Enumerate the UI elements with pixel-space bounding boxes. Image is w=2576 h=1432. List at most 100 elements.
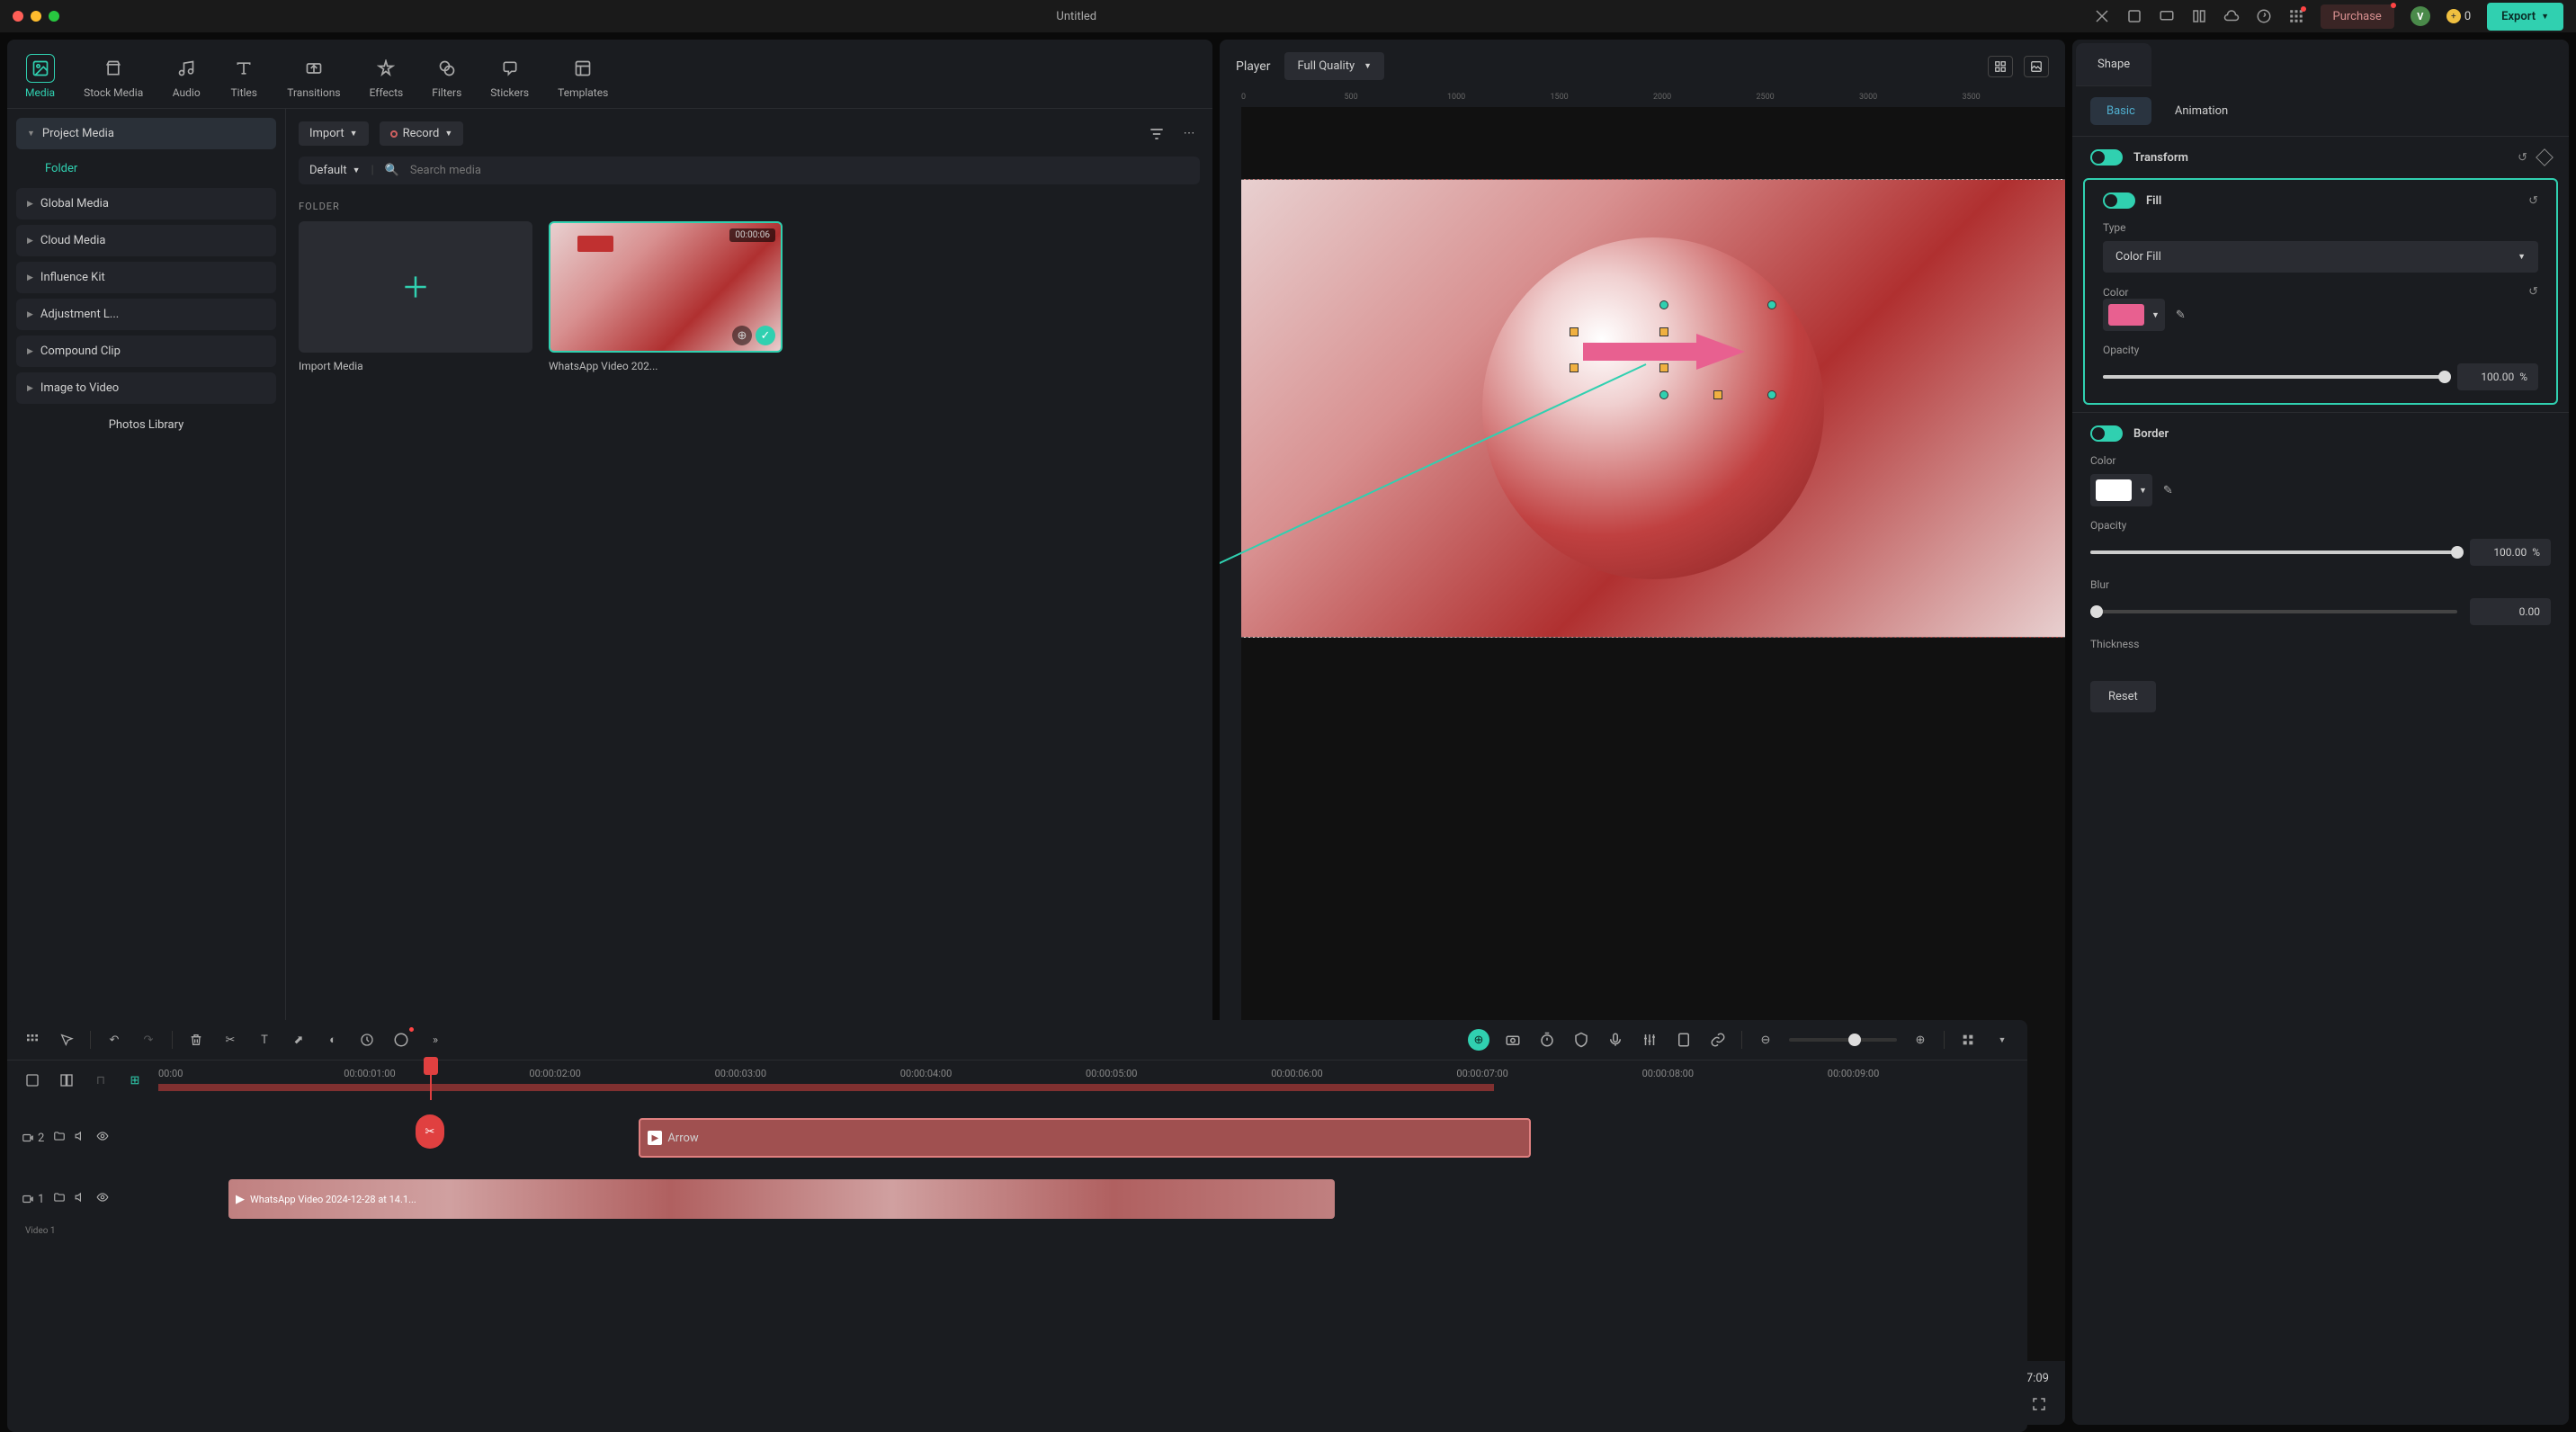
tab-effects[interactable]: Effects bbox=[366, 49, 407, 108]
track-2-visibility-icon[interactable] bbox=[96, 1130, 109, 1146]
tab-transitions[interactable]: Transitions bbox=[283, 49, 344, 108]
sidebar-folder[interactable]: Folder bbox=[16, 155, 276, 183]
image-view-icon[interactable] bbox=[2024, 56, 2049, 77]
tab-templates[interactable]: Templates bbox=[554, 49, 612, 108]
border-opacity-slider[interactable] bbox=[2090, 550, 2457, 554]
more-icon[interactable]: ⋯ bbox=[1178, 123, 1200, 145]
sidebar-image-to-video[interactable]: ▶Image to Video bbox=[16, 372, 276, 404]
fill-toggle[interactable] bbox=[2103, 192, 2135, 209]
sidebar-adjustment-layer[interactable]: ▶Adjustment L... bbox=[16, 299, 276, 330]
playhead-scissor-icon[interactable]: ✂ bbox=[416, 1114, 444, 1149]
track-1-folder-icon[interactable] bbox=[53, 1191, 66, 1207]
tab-stock-media[interactable]: Stock Media bbox=[80, 49, 147, 108]
track-1-mute-icon[interactable] bbox=[75, 1191, 87, 1207]
reset-button[interactable]: Reset bbox=[2090, 681, 2156, 712]
zoom-in-icon[interactable]: ⊕ bbox=[1910, 1029, 1931, 1051]
import-button[interactable]: Import▼ bbox=[299, 121, 369, 146]
apps-icon[interactable] bbox=[2288, 8, 2304, 24]
save-icon[interactable] bbox=[2126, 8, 2142, 24]
link-icon[interactable] bbox=[1707, 1029, 1729, 1051]
blur-slider[interactable] bbox=[2090, 610, 2457, 613]
border-eyedropper-icon[interactable]: ✎ bbox=[2163, 484, 2173, 497]
color-icon[interactable]: ◐ bbox=[322, 1029, 344, 1051]
mic-icon[interactable] bbox=[1605, 1029, 1626, 1051]
fill-color-picker[interactable]: ▼ bbox=[2103, 299, 2165, 331]
track-2-mute-icon[interactable] bbox=[75, 1130, 87, 1146]
timer-icon[interactable] bbox=[1536, 1029, 1558, 1051]
tl-track-opts-icon[interactable] bbox=[56, 1070, 77, 1091]
cloud-icon[interactable] bbox=[2223, 8, 2240, 24]
arrow-clip[interactable]: ▶ Arrow bbox=[639, 1118, 1531, 1158]
border-opacity-value[interactable]: 100.00% bbox=[2470, 539, 2551, 566]
fill-type-dropdown[interactable]: Color Fill▼ bbox=[2103, 241, 2538, 273]
sidebar-project-media[interactable]: ▼Project Media bbox=[16, 118, 276, 149]
transform-toggle[interactable] bbox=[2090, 149, 2123, 166]
tab-media[interactable]: Media bbox=[22, 49, 58, 108]
shape-tab[interactable]: Shape bbox=[2076, 43, 2151, 86]
track-1-visibility-icon[interactable] bbox=[96, 1191, 109, 1207]
view-mode-icon[interactable] bbox=[1957, 1029, 1979, 1051]
color-reset-icon[interactable]: ↺ bbox=[2528, 285, 2538, 299]
split-icon[interactable]: ✂ bbox=[219, 1029, 241, 1051]
green-circle-icon[interactable]: ⊕ bbox=[1468, 1029, 1489, 1051]
border-color-picker[interactable]: ▼ bbox=[2090, 474, 2152, 506]
mixer-icon[interactable] bbox=[1639, 1029, 1660, 1051]
text-icon[interactable]: T bbox=[254, 1029, 275, 1051]
sidebar-influence-kit[interactable]: ▶Influence Kit bbox=[16, 262, 276, 293]
border-toggle[interactable] bbox=[2090, 425, 2123, 442]
basic-subtab[interactable]: Basic bbox=[2090, 97, 2151, 125]
import-media-card[interactable]: Import Media bbox=[299, 221, 532, 372]
purchase-button[interactable]: Purchase bbox=[2321, 4, 2394, 29]
notifications-icon[interactable] bbox=[2094, 8, 2110, 24]
tl-grid-icon[interactable] bbox=[22, 1029, 43, 1051]
record-button[interactable]: Record▼ bbox=[380, 121, 464, 146]
zoom-slider[interactable] bbox=[1789, 1038, 1897, 1042]
tab-stickers[interactable]: Stickers bbox=[487, 49, 532, 108]
tab-titles[interactable]: Titles bbox=[226, 49, 262, 108]
tl-track-add-icon[interactable] bbox=[22, 1070, 43, 1091]
sidebar-compound-clip[interactable]: ▶Compound Clip bbox=[16, 336, 276, 367]
tab-filters[interactable]: Filters bbox=[428, 49, 465, 108]
undo-icon[interactable]: ↶ bbox=[103, 1029, 125, 1051]
track-1-video-icon[interactable]: 1 bbox=[22, 1193, 44, 1206]
fill-opacity-value[interactable]: 100.00% bbox=[2457, 363, 2538, 390]
speed-icon[interactable] bbox=[356, 1029, 378, 1051]
tab-audio[interactable]: Audio bbox=[168, 49, 204, 108]
delete-icon[interactable] bbox=[185, 1029, 207, 1051]
sidebar-photos-library[interactable]: Photos Library bbox=[16, 409, 276, 441]
marker-add-icon[interactable] bbox=[1673, 1029, 1695, 1051]
track-2-folder-icon[interactable] bbox=[53, 1130, 66, 1146]
transform-keyframe-icon[interactable] bbox=[2536, 148, 2554, 166]
animation-subtab[interactable]: Animation bbox=[2159, 97, 2244, 125]
shield-icon[interactable] bbox=[1570, 1029, 1592, 1051]
sidebar-cloud-media[interactable]: ▶Cloud Media bbox=[16, 225, 276, 256]
ai-icon[interactable] bbox=[390, 1029, 412, 1051]
fill-opacity-slider[interactable] bbox=[2103, 375, 2445, 379]
view-dropdown-icon[interactable]: ▼ bbox=[1991, 1029, 2013, 1051]
window-controls[interactable] bbox=[13, 11, 59, 22]
selected-shape[interactable] bbox=[1574, 305, 1790, 404]
tl-snap-icon[interactable]: ⊞ bbox=[124, 1070, 146, 1091]
support-icon[interactable] bbox=[2256, 8, 2272, 24]
expand-tools-icon[interactable]: » bbox=[425, 1029, 446, 1051]
sidebar-global-media[interactable]: ▶Global Media bbox=[16, 188, 276, 219]
video-clip[interactable]: ▶ WhatsApp Video 2024-12-28 at 14.1... bbox=[228, 1179, 1335, 1219]
tl-select-icon[interactable] bbox=[56, 1029, 77, 1051]
library-icon[interactable] bbox=[2191, 8, 2207, 24]
track-2-video-icon[interactable]: 2 bbox=[22, 1132, 44, 1145]
grid-view-icon[interactable] bbox=[1988, 56, 2013, 77]
export-button[interactable]: Export▼ bbox=[2487, 3, 2563, 31]
sort-dropdown[interactable]: Default▼ bbox=[309, 164, 361, 177]
blur-value[interactable]: 0.00 bbox=[2470, 598, 2551, 625]
transform-reset-icon[interactable]: ↺ bbox=[2518, 151, 2527, 165]
zoom-out-icon[interactable]: ⊖ bbox=[1755, 1029, 1776, 1051]
filter-icon[interactable] bbox=[1146, 123, 1167, 145]
fill-reset-icon[interactable]: ↺ bbox=[2528, 194, 2538, 208]
fullscreen-icon[interactable] bbox=[2029, 1394, 2049, 1414]
tl-magnet-icon[interactable]: ⊓ bbox=[90, 1070, 112, 1091]
quality-dropdown[interactable]: Full Quality▼ bbox=[1284, 52, 1384, 80]
display-icon[interactable] bbox=[2159, 8, 2175, 24]
redo-icon[interactable]: ↷ bbox=[138, 1029, 159, 1051]
camera-plus-icon[interactable] bbox=[1502, 1029, 1524, 1051]
media-clip-card[interactable]: 00:00:06 ⊕✓ WhatsApp Video 202... bbox=[549, 221, 783, 372]
